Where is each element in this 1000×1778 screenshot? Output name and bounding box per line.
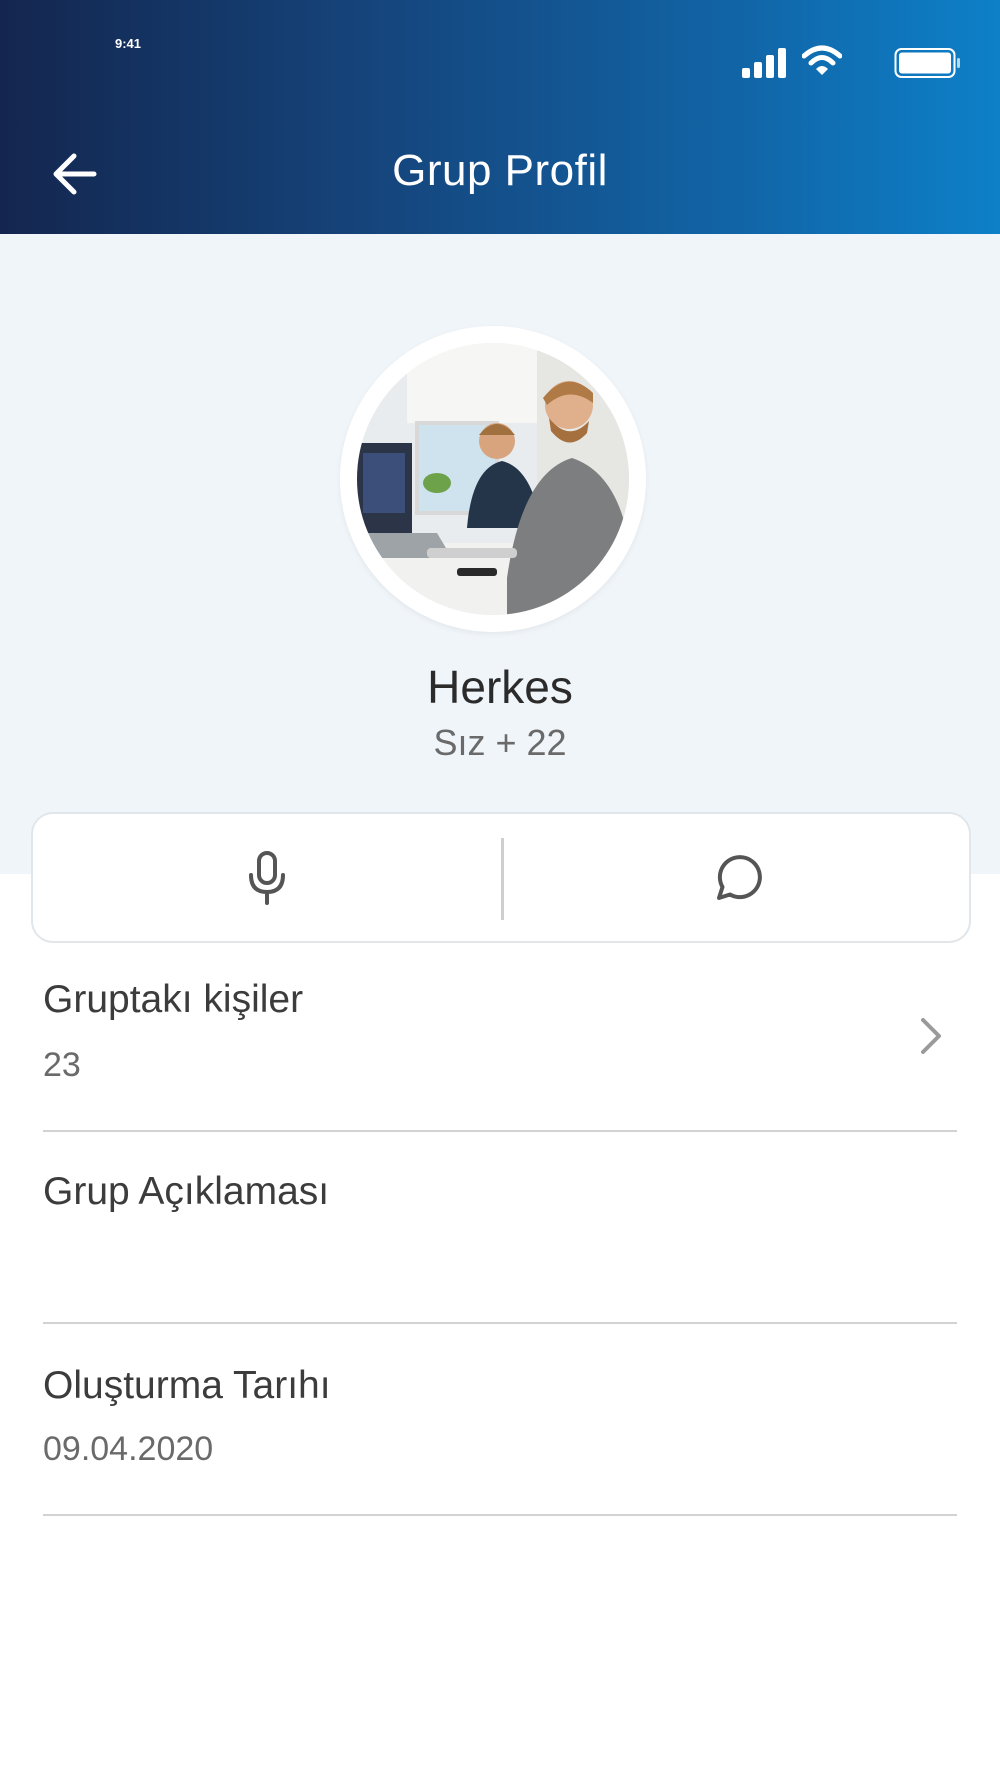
group-name: Herkes xyxy=(427,661,573,713)
members-label: Gruptakı kişiler xyxy=(43,978,304,1021)
status-icons xyxy=(722,44,962,78)
signal-icon xyxy=(742,48,786,78)
action-bar xyxy=(31,812,971,943)
status-time: 9:41 xyxy=(115,36,142,51)
microphone-icon xyxy=(249,850,285,905)
members-count: 23 xyxy=(43,1046,81,1084)
page-title: Grup Profil xyxy=(392,146,608,195)
voice-call-button[interactable] xyxy=(33,814,501,941)
message-button[interactable] xyxy=(504,814,971,941)
creation-date-label: Oluşturma Tarıhı xyxy=(43,1364,331,1407)
chevron-right-icon xyxy=(921,1018,941,1054)
creation-date-value: 09.04.2020 xyxy=(43,1430,214,1468)
wifi-icon xyxy=(802,45,842,75)
app-header: 9:41 Grup Profil xyxy=(0,0,1000,234)
group-members-row[interactable]: Gruptakı kişiler 23 xyxy=(43,944,957,1132)
battery-icon xyxy=(894,48,960,78)
profile-section: Herkes Sız + 22 xyxy=(0,234,1000,874)
chat-bubble-icon xyxy=(716,854,762,900)
creation-date-row: Oluşturma Tarıhı 09.04.2020 xyxy=(43,1324,957,1516)
description-label: Grup Açıklaması xyxy=(43,1170,330,1213)
avatar[interactable] xyxy=(357,343,629,615)
group-member-summary: Sız + 22 xyxy=(433,722,567,763)
group-description-row: Grup Açıklaması xyxy=(43,1132,957,1324)
avatar-frame xyxy=(340,326,646,632)
group-photo xyxy=(357,343,629,615)
